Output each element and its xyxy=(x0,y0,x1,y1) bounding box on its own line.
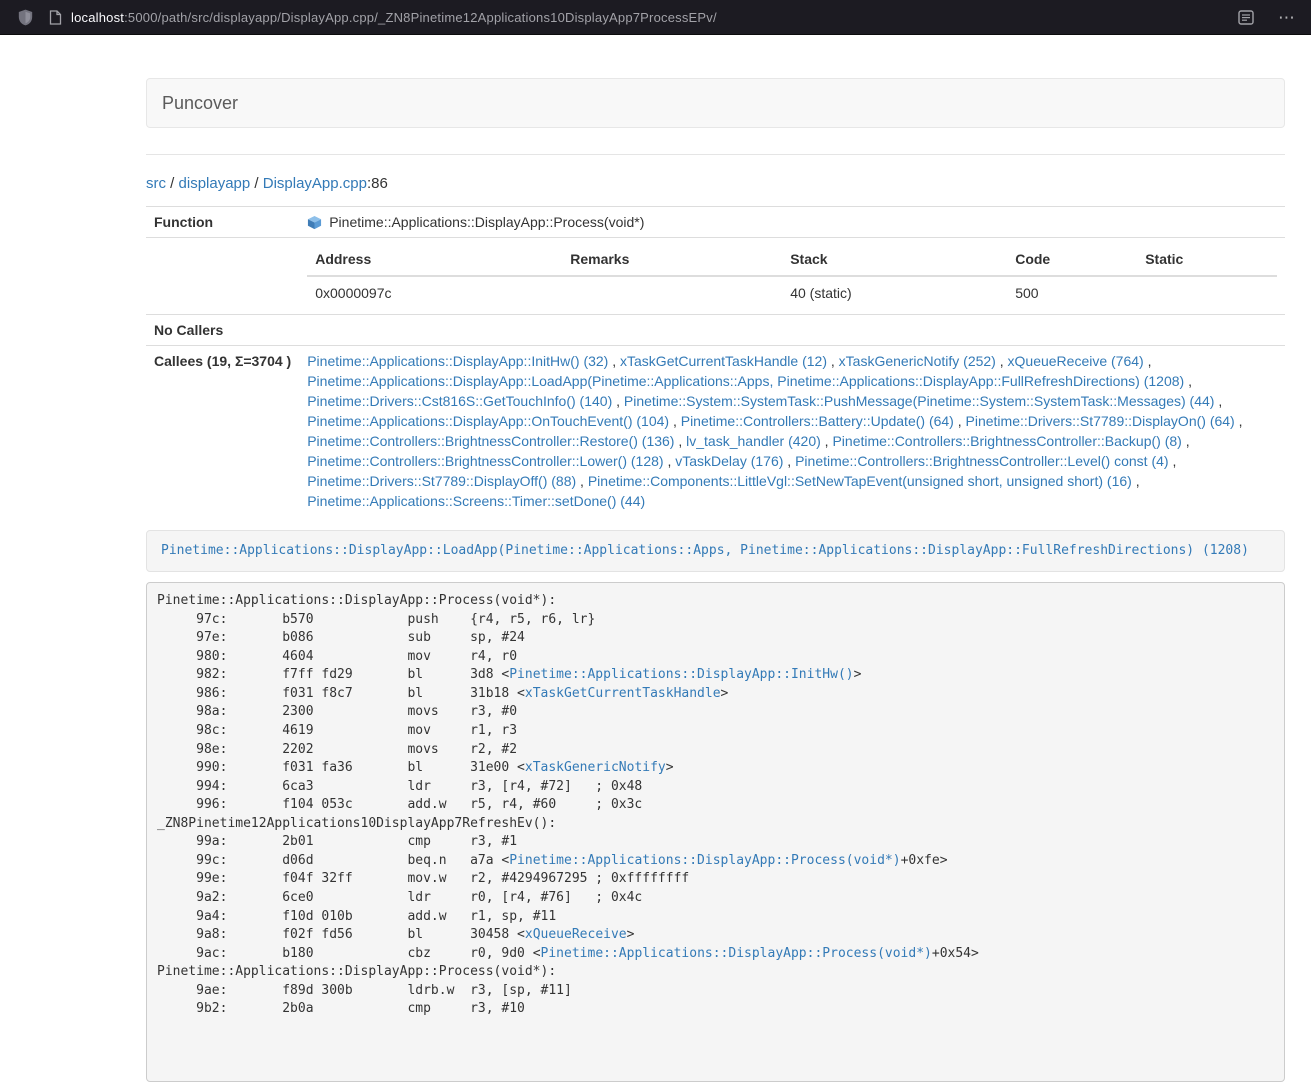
callee-separator: , xyxy=(1214,393,1222,409)
callee-link[interactable]: Pinetime::Components::LittleVgl::SetNewT… xyxy=(588,473,1132,489)
stack-value: 40 (static) xyxy=(782,276,1007,309)
callee-link[interactable]: Pinetime::Controllers::BrightnessControl… xyxy=(832,433,1181,449)
breadcrumb: src / displayapp / DisplayApp.cpp:86 xyxy=(146,174,1285,194)
breadcrumb-link[interactable]: displayapp xyxy=(179,175,251,192)
callee-separator: , xyxy=(827,353,839,369)
symbol-table: Function Pinetime::Applications::Display… xyxy=(146,206,1285,516)
function-row-label: Function xyxy=(146,207,299,238)
callee-separator: , xyxy=(1169,453,1177,469)
callee-separator: , xyxy=(674,433,686,449)
stats-table: Address Remarks Stack Code Static 0x0000… xyxy=(307,243,1277,309)
callee-link[interactable]: xQueueReceive (764) xyxy=(1008,353,1144,369)
callee-separator: , xyxy=(1184,373,1192,389)
highlighted-callee-box: Pinetime::Applications::DisplayApp::Load… xyxy=(146,530,1285,572)
reader-view-icon[interactable] xyxy=(1238,10,1254,25)
breadcrumb-separator: / xyxy=(250,175,263,192)
static-value xyxy=(1137,276,1277,309)
callee-separator: , xyxy=(576,473,588,489)
col-code: Code xyxy=(1007,243,1137,276)
assembly-code: Pinetime::Applications::DisplayApp::Proc… xyxy=(146,582,1285,1082)
callee-separator: , xyxy=(608,353,620,369)
breadcrumb-separator: / xyxy=(166,175,179,192)
breadcrumb-link[interactable]: src xyxy=(146,175,166,192)
callee-link[interactable]: Pinetime::Controllers::BrightnessControl… xyxy=(307,433,674,449)
assembly-symbol-link[interactable]: Pinetime::Applications::DisplayApp::Init… xyxy=(509,667,853,682)
callers-row: No Callers xyxy=(146,315,1285,346)
stats-row-spacer xyxy=(146,238,299,315)
col-address: Address xyxy=(307,243,562,276)
app-navbar: Puncover xyxy=(146,78,1285,128)
callee-separator: , xyxy=(1235,413,1243,429)
callee-separator: , xyxy=(821,433,833,449)
callee-link[interactable]: Pinetime::Drivers::Cst816S::GetTouchInfo… xyxy=(307,393,612,409)
callee-separator: , xyxy=(1182,433,1190,449)
callee-separator: , xyxy=(954,413,966,429)
function-name: Pinetime::Applications::DisplayApp::Proc… xyxy=(329,212,644,232)
callee-link[interactable]: Pinetime::Applications::DisplayApp::Load… xyxy=(307,373,1184,389)
callees-list: Pinetime::Applications::DisplayApp::Init… xyxy=(299,346,1285,517)
col-remarks: Remarks xyxy=(562,243,782,276)
breadcrumb-link[interactable]: DisplayApp.cpp xyxy=(263,175,367,192)
no-callers-label: No Callers xyxy=(146,315,299,346)
callee-link[interactable]: Pinetime::Applications::DisplayApp::OnTo… xyxy=(307,413,669,429)
assembly-symbol-link[interactable]: xTaskGetCurrentTaskHandle xyxy=(525,686,721,701)
browser-toolbar: localhost:5000/path/src/displayapp/Displ… xyxy=(0,0,1311,35)
brand-link[interactable]: Puncover xyxy=(162,93,238,114)
callee-separator: , xyxy=(996,353,1008,369)
code-value: 500 xyxy=(1007,276,1137,309)
divider xyxy=(146,154,1285,155)
callee-separator: , xyxy=(1144,353,1152,369)
callee-link[interactable]: Pinetime::System::SystemTask::PushMessag… xyxy=(624,393,1215,409)
callee-link[interactable]: Pinetime::Applications::DisplayApp::Init… xyxy=(307,353,608,369)
assembly-symbol-link[interactable]: Pinetime::Applications::DisplayApp::Proc… xyxy=(509,853,900,868)
breadcrumb-line-number: :86 xyxy=(367,175,388,192)
col-stack: Stack xyxy=(782,243,1007,276)
url-path: :5000/path/src/displayapp/DisplayApp.cpp… xyxy=(124,10,717,25)
assembly-symbol-link[interactable]: xQueueReceive xyxy=(525,927,627,942)
assembly-symbol-link[interactable]: xTaskGenericNotify xyxy=(525,760,666,775)
callees-row: Callees (19, Σ=3704 ) Pinetime::Applicat… xyxy=(146,346,1285,517)
stats-row: Address Remarks Stack Code Static 0x0000… xyxy=(146,238,1285,315)
url-bar[interactable]: localhost:5000/path/src/displayapp/Displ… xyxy=(71,10,1222,25)
function-icon xyxy=(307,215,322,230)
highlighted-callee-link[interactable]: Pinetime::Applications::DisplayApp::Load… xyxy=(161,543,1249,558)
url-host: localhost xyxy=(71,10,124,25)
callee-separator: , xyxy=(612,393,624,409)
callee-link[interactable]: Pinetime::Controllers::BrightnessControl… xyxy=(795,453,1168,469)
callee-link[interactable]: Pinetime::Controllers::Battery::Update()… xyxy=(681,413,954,429)
page-container: Puncover src / displayapp / DisplayApp.c… xyxy=(146,78,1285,1082)
callee-link[interactable]: Pinetime::Drivers::St7789::DisplayOn() (… xyxy=(966,413,1235,429)
address-value: 0x0000097c xyxy=(307,276,562,309)
callees-label: Callees (19, Σ=3704 ) xyxy=(146,346,299,517)
shield-icon[interactable] xyxy=(18,9,33,26)
callee-separator: , xyxy=(783,453,795,469)
stats-data-row: 0x0000097c 40 (static) 500 xyxy=(307,276,1277,309)
callee-link[interactable]: lv_task_handler (420) xyxy=(686,433,821,449)
callee-link[interactable]: Pinetime::Drivers::St7789::DisplayOff() … xyxy=(307,473,576,489)
callee-link[interactable]: xTaskGetCurrentTaskHandle (12) xyxy=(620,353,827,369)
assembly-symbol-link[interactable]: Pinetime::Applications::DisplayApp::Proc… xyxy=(541,946,932,961)
overflow-menu-icon[interactable]: ⋯ xyxy=(1278,9,1295,26)
callee-link[interactable]: Pinetime::Controllers::BrightnessControl… xyxy=(307,453,663,469)
callee-separator: , xyxy=(1132,473,1140,489)
remarks-value xyxy=(562,276,782,309)
callee-separator: , xyxy=(664,453,676,469)
stats-header-row: Address Remarks Stack Code Static xyxy=(307,243,1277,276)
callee-link[interactable]: vTaskDelay (176) xyxy=(675,453,783,469)
page-icon xyxy=(49,10,62,25)
function-row: Function Pinetime::Applications::Display… xyxy=(146,207,1285,238)
callee-separator: , xyxy=(669,413,681,429)
col-static: Static xyxy=(1137,243,1277,276)
callee-link[interactable]: Pinetime::Applications::Screens::Timer::… xyxy=(307,493,645,509)
callee-link[interactable]: xTaskGenericNotify (252) xyxy=(839,353,996,369)
